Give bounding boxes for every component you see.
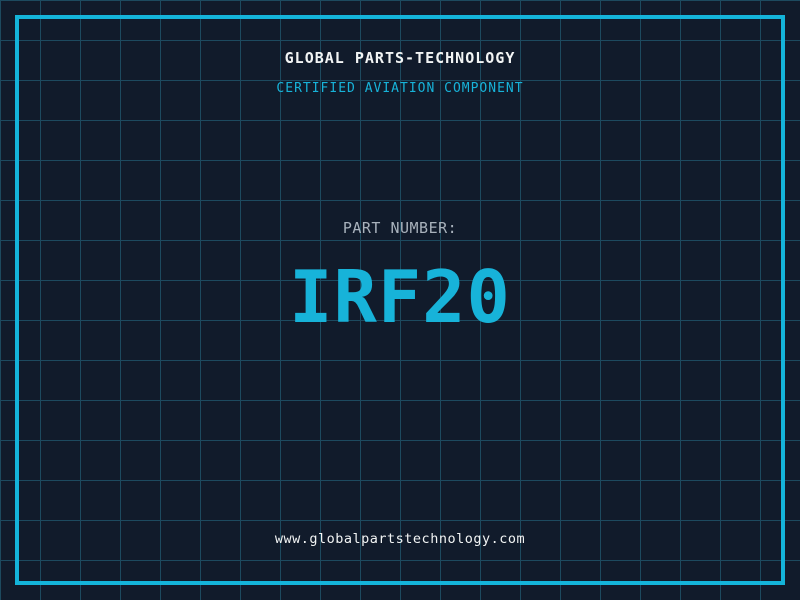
part-number-label: PART NUMBER:: [0, 219, 800, 237]
part-number-value: IRF20: [0, 261, 800, 333]
company-name: GLOBAL PARTS-TECHNOLOGY: [0, 49, 800, 67]
certificate-background: GLOBAL PARTS-TECHNOLOGY CERTIFIED AVIATI…: [0, 0, 800, 600]
tagline: CERTIFIED AVIATION COMPONENT: [0, 81, 800, 96]
website-url: www.globalpartstechnology.com: [0, 531, 800, 547]
